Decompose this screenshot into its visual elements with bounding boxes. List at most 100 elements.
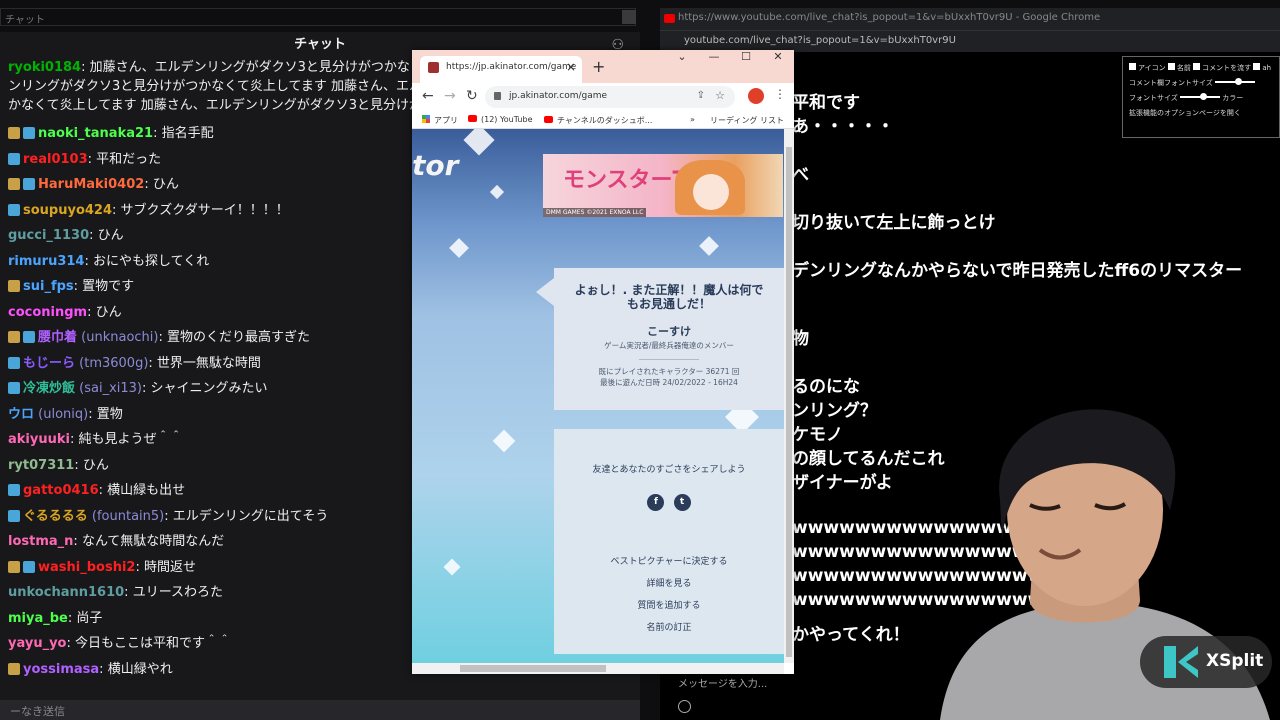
new-tab-button[interactable]: +: [592, 57, 605, 76]
chat-username[interactable]: HaruMaki0402: [38, 177, 144, 192]
chat-text: 尚子: [76, 610, 103, 626]
chrome-menu-icon[interactable]: ⋮: [774, 87, 786, 101]
chat-text: 平和だった: [96, 151, 162, 167]
twitter-icon[interactable]: t: [673, 494, 691, 511]
crown-badge-icon[interactable]: [8, 152, 20, 165]
details-link[interactable]: 詳細を見る: [554, 573, 784, 595]
best-picture-link[interactable]: ベストピクチャーに決定する: [554, 551, 784, 573]
facebook-icon[interactable]: f: [647, 494, 665, 511]
chat-text: 指名手配: [161, 126, 214, 141]
emoji-icon[interactable]: [678, 700, 691, 713]
bookmark-youtube[interactable]: (12) YouTube: [468, 115, 533, 124]
back-arrow-icon[interactable]: ←: [422, 88, 434, 104]
name-checkbox[interactable]: [1167, 63, 1175, 70]
reading-list[interactable]: リーディング リスト: [710, 115, 784, 126]
bookmark-star-icon[interactable]: ☆: [715, 89, 725, 102]
twitch-window-button[interactable]: [622, 10, 636, 24]
bookmark-apps[interactable]: アプリ: [422, 115, 458, 126]
overlay-comment: デンリングなんかやらないで昨日発売したff6のリマスター: [792, 261, 1243, 281]
flow-comments-checkbox[interactable]: [1193, 63, 1201, 70]
chat-text: エルデンリングに出てそう: [172, 508, 329, 524]
flow-comments-label: コメントを流す: [1202, 64, 1252, 72]
youtube-message-input[interactable]: メッセージを入力...: [678, 675, 767, 690]
chat-username[interactable]: yossimasa: [23, 662, 99, 677]
xsplit-watermark: XSplit: [1140, 636, 1272, 688]
chat-username[interactable]: washi_boshi2: [38, 560, 135, 575]
chat-username[interactable]: rimuru314: [8, 254, 84, 269]
divider: [639, 359, 699, 360]
extra-checkbox[interactable]: [1253, 63, 1261, 70]
youtube-address-bar[interactable]: youtube.com/live_chat?is_popout=1&v=bUxx…: [660, 30, 1280, 52]
chat-username[interactable]: ryt07311: [8, 458, 74, 473]
share-panel: 友達とあなたのすごさをシェアしよう f t ベストピクチャーに決定する 詳細を見…: [554, 429, 784, 654]
vertical-scrollbar[interactable]: [784, 129, 794, 663]
icon-checkbox[interactable]: [1129, 63, 1136, 70]
close-tab-icon[interactable]: ×: [566, 60, 576, 74]
chat-username[interactable]: gucci_1130: [8, 228, 89, 243]
decor-diamond: [489, 184, 505, 200]
chat-username[interactable]: 冷凍炒飯: [23, 381, 75, 396]
add-question-link[interactable]: 質問を追加する: [554, 595, 784, 617]
chat-username[interactable]: もじーら: [23, 356, 75, 371]
subscriber-badge-icon[interactable]: [8, 662, 20, 675]
chat-username[interactable]: sui_fps: [23, 279, 74, 294]
font-size-slider[interactable]: [1180, 93, 1221, 100]
twitch-address-bar[interactable]: チャット: [0, 8, 636, 26]
chat-font-size-slider[interactable]: [1215, 78, 1256, 85]
crown-badge-icon[interactable]: [8, 382, 20, 394]
crown-badge-icon[interactable]: [8, 509, 20, 522]
crown-badge-icon[interactable]: [23, 331, 35, 343]
chat-text: ひん: [82, 457, 109, 473]
subscriber-badge-icon[interactable]: [8, 178, 20, 190]
options-link[interactable]: 拡張機能のオプションページを開く: [1129, 106, 1273, 121]
minimize-button[interactable]: —: [698, 50, 730, 63]
crown-badge-icon[interactable]: [23, 560, 35, 573]
chat-username[interactable]: real0103: [23, 152, 88, 167]
profile-avatar[interactable]: [748, 88, 764, 104]
subscriber-badge-icon[interactable]: [8, 127, 20, 139]
subscriber-badge-icon[interactable]: [8, 331, 20, 343]
subscriber-badge-icon[interactable]: [8, 560, 20, 573]
maximize-button[interactable]: ☐: [730, 50, 762, 63]
chat-username[interactable]: miya_be: [8, 611, 68, 626]
crown-badge-icon[interactable]: [8, 484, 20, 496]
font-size-label: フォントサイズ: [1129, 94, 1178, 102]
chat-username[interactable]: coconingm: [8, 305, 87, 320]
chat-username[interactable]: gatto0416: [23, 483, 99, 498]
subscriber-badge-icon[interactable]: [8, 280, 20, 292]
chat-username[interactable]: 腰巾着: [38, 330, 77, 345]
chat-username[interactable]: soupuyo424: [23, 203, 112, 218]
youtube-icon: [468, 115, 477, 122]
chat-username[interactable]: lostma_n: [8, 534, 73, 549]
window-controls: ⌄ — ☐ ✕: [666, 50, 794, 70]
forward-arrow-icon[interactable]: →: [444, 88, 456, 104]
share-icon[interactable]: ⇪: [697, 90, 705, 101]
chat-username[interactable]: yayu_yo: [8, 636, 66, 651]
omnibox[interactable]: jp.akinator.com/game ⇪ ☆: [485, 86, 735, 108]
correct-name-link[interactable]: 名前の訂正: [554, 617, 784, 639]
play-count: 既にプレイされたキャラクター 36271 回: [598, 367, 740, 376]
close-window-button[interactable]: ✕: [762, 50, 794, 63]
chat-username[interactable]: ryoki0184: [8, 60, 81, 75]
xsplit-label: XSplit: [1206, 651, 1264, 671]
chat-login-name: (uloniq): [38, 406, 89, 422]
crown-badge-icon[interactable]: [8, 356, 20, 369]
akinator-tab[interactable]: https://jp.akinator.com/game ×: [420, 56, 582, 83]
crown-badge-icon[interactable]: [8, 203, 20, 216]
crown-badge-icon[interactable]: [23, 127, 35, 139]
chat-username[interactable]: ウロ: [8, 407, 34, 422]
chat-username[interactable]: unkochann1610: [8, 585, 124, 600]
chat-username[interactable]: naoki_tanaka21: [38, 126, 153, 141]
chat-text: 置物: [96, 406, 123, 422]
crown-badge-icon[interactable]: [23, 178, 35, 190]
tab-search-button[interactable]: ⌄: [666, 50, 698, 63]
chat-input-footer[interactable]: ーなき送信: [0, 700, 640, 720]
reload-icon[interactable]: ↻: [466, 88, 478, 104]
chat-username[interactable]: ぐるるるる: [23, 509, 88, 524]
bookmarks-overflow[interactable]: »: [690, 115, 695, 124]
advertisement-banner[interactable]: モンスターTD DMM GAMES ©2021 EXNOA LLC: [543, 154, 783, 217]
decor-diamond: [699, 236, 719, 256]
chat-username[interactable]: akiyuuki: [8, 432, 70, 447]
bookmark-channel-dashboard[interactable]: チャンネルのダッシュボ...: [544, 115, 652, 126]
horizontal-scrollbar[interactable]: [412, 663, 784, 674]
